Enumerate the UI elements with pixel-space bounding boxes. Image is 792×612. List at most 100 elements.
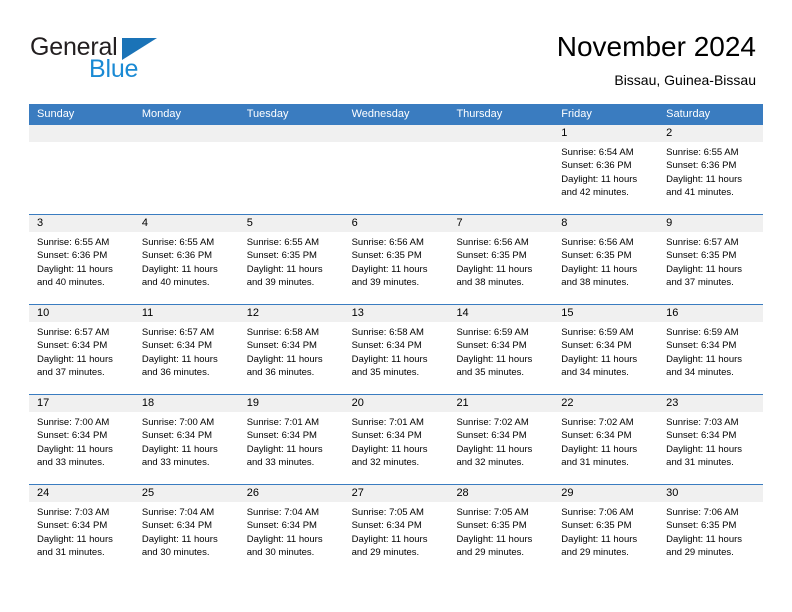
day-number-strip: 17 (29, 395, 134, 412)
calendar-day-cell[interactable]: 25 Sunrise: 7:04 AM Sunset: 6:34 PM Dayligh… (133, 485, 239, 574)
day-number-strip: 20 (343, 395, 449, 412)
calendar-day-cell[interactable]: 26 Sunrise: 7:04 AM Sunset: 6:34 PM Dayligh… (238, 485, 344, 574)
day-number-strip: 21 (448, 395, 554, 412)
day-detail-line: Daylight: 11 hours (37, 443, 113, 455)
calendar-day-cell[interactable]: 5 Sunrise: 6:55 AM Sunset: 6:35 PM Daylight… (238, 215, 344, 304)
day-number: 14 (456, 307, 469, 319)
day-number: 28 (456, 487, 469, 499)
day-detail-line: Daylight: 11 hours (351, 353, 428, 365)
day-details (239, 142, 344, 146)
calendar-day-cell[interactable]: 12 Sunrise: 6:58 AM Sunset: 6:34 PM Dayligh… (238, 305, 344, 394)
calendar-day-cell[interactable]: 7 Sunrise: 6:56 AM Sunset: 6:35 PM Daylight… (448, 215, 554, 304)
day-detail-line: Daylight: 11 hours (351, 263, 428, 275)
calendar-day-cell[interactable]: 19 Sunrise: 7:01 AM Sunset: 6:34 PM Dayligh… (238, 395, 344, 484)
day-detail-line: Daylight: 11 hours (141, 533, 218, 545)
calendar-day-cell[interactable]: 18 Sunrise: 7:00 AM Sunset: 6:34 PM Dayligh… (133, 395, 239, 484)
day-details: Sunrise: 6:59 AM Sunset: 6:34 PM Daylight:… (553, 322, 658, 380)
weekday-header-tuesday: Tuesday (246, 108, 289, 120)
week-cells: 1 Sunrise: 6:54 AM Sunset: 6:36 PM Daylight… (29, 125, 764, 214)
weekday-header-row: Sunday Monday Tuesday Wednesday Thursday Frid… (29, 104, 763, 125)
day-detail-line: Sunrise: 6:59 AM (456, 327, 529, 338)
day-detail-line: Daylight: 11 hours (561, 263, 638, 275)
day-details: Sunrise: 6:59 AM Sunset: 6:34 PM Daylight:… (448, 322, 553, 380)
calendar-day-cell[interactable]: 10 Sunrise: 6:57 AM Sunset: 6:34 PM Dayligh… (29, 305, 134, 394)
day-details: Sunrise: 6:57 AM Sunset: 6:34 PM Daylight:… (29, 322, 134, 380)
calendar-day-cell[interactable]: 29 Sunrise: 7:06 AM Sunset: 6:35 PM Dayligh… (553, 485, 659, 574)
calendar-day-cell[interactable]: 27 Sunrise: 7:05 AM Sunset: 6:34 PM Dayligh… (343, 485, 449, 574)
weekday-header-thursday: Thursday (456, 108, 503, 120)
day-number: 23 (666, 397, 679, 409)
day-detail-line: and 30 minutes. (246, 547, 315, 559)
calendar-day-cell[interactable]: 9 Sunrise: 6:57 AM Sunset: 6:35 PM Daylight… (658, 215, 764, 304)
calendar-day-cell[interactable]: 17 Sunrise: 7:00 AM Sunset: 6:34 PM Dayligh… (29, 395, 134, 484)
day-detail-line: Sunset: 6:34 PM (246, 520, 317, 532)
generalblue-logo[interactable]: General Blue (30, 33, 230, 83)
day-detail-line: and 31 minutes. (666, 457, 734, 469)
calendar-day-cell[interactable]: 1 Sunrise: 6:54 AM Sunset: 6:36 PM Daylight… (553, 125, 659, 214)
day-detail-line: Daylight: 11 hours (456, 353, 533, 365)
day-detail-line: Sunset: 6:35 PM (561, 520, 632, 532)
calendar-empty-cell (448, 125, 554, 214)
day-number: 18 (141, 397, 155, 409)
day-detail-line: Sunrise: 6:59 AM (666, 327, 739, 338)
day-number-strip: 24 (29, 485, 134, 502)
day-details: Sunrise: 7:00 AM Sunset: 6:34 PM Daylight:… (29, 412, 134, 470)
calendar-day-cell[interactable]: 2 Sunrise: 6:55 AM Sunset: 6:36 PM Daylight… (658, 125, 764, 214)
calendar-day-cell[interactable]: 11 Sunrise: 6:57 AM Sunset: 6:34 PM Dayligh… (133, 305, 239, 394)
day-details: Sunrise: 6:55 AM Sunset: 6:36 PM Daylight:… (29, 232, 134, 290)
day-number-strip (448, 125, 554, 142)
day-number: 6 (351, 217, 358, 229)
day-number: 7 (456, 217, 463, 229)
calendar-day-cell[interactable]: 14 Sunrise: 6:59 AM Sunset: 6:34 PM Dayligh… (448, 305, 554, 394)
day-detail-line: Sunset: 6:36 PM (666, 160, 737, 172)
weekday-header-sunday: Sunday (37, 108, 75, 120)
day-number-strip: 15 (553, 305, 659, 322)
calendar-day-cell[interactable]: 30 Sunrise: 7:06 AM Sunset: 6:35 PM Dayligh… (658, 485, 764, 574)
calendar-day-cell[interactable]: 4 Sunrise: 6:55 AM Sunset: 6:36 PM Daylight… (133, 215, 239, 304)
calendar-week-row: 10 Sunrise: 6:57 AM Sunset: 6:34 PM Dayligh… (29, 304, 764, 394)
day-detail-line: Sunrise: 6:57 AM (37, 327, 110, 338)
day-details: Sunrise: 6:55 AM Sunset: 6:35 PM Daylight:… (239, 232, 344, 290)
day-detail-line: Sunrise: 7:05 AM (456, 507, 529, 518)
calendar-day-cell[interactable]: 20 Sunrise: 7:01 AM Sunset: 6:34 PM Dayligh… (343, 395, 449, 484)
calendar-day-cell[interactable]: 13 Sunrise: 6:58 AM Sunset: 6:34 PM Dayligh… (343, 305, 449, 394)
day-details (344, 142, 449, 146)
calendar-day-cell[interactable]: 28 Sunrise: 7:05 AM Sunset: 6:35 PM Dayligh… (448, 485, 554, 574)
calendar-day-cell[interactable]: 22 Sunrise: 7:02 AM Sunset: 6:34 PM Dayligh… (553, 395, 659, 484)
calendar-day-cell[interactable]: 3 Sunrise: 6:55 AM Sunset: 6:36 PM Daylight… (29, 215, 134, 304)
calendar-day-cell[interactable]: 15 Sunrise: 6:59 AM Sunset: 6:34 PM Dayligh… (553, 305, 659, 394)
day-number-strip (133, 125, 239, 142)
day-details: Sunrise: 6:55 AM Sunset: 6:36 PM Daylight:… (134, 232, 239, 290)
day-details: Sunrise: 6:56 AM Sunset: 6:35 PM Daylight:… (553, 232, 658, 290)
day-number-strip (343, 125, 449, 142)
calendar-day-cell[interactable]: 6 Sunrise: 6:56 AM Sunset: 6:35 PM Daylight… (343, 215, 449, 304)
calendar-day-cell[interactable]: 24 Sunrise: 7:03 AM Sunset: 6:34 PM Dayligh… (29, 485, 134, 574)
day-detail-line: Daylight: 11 hours (37, 353, 113, 365)
day-detail-line: Sunrise: 7:01 AM (246, 417, 320, 428)
day-number: 2 (666, 127, 673, 139)
day-number: 20 (351, 397, 364, 409)
calendar-day-cell[interactable]: 21 Sunrise: 7:02 AM Sunset: 6:34 PM Dayligh… (448, 395, 554, 484)
day-details: Sunrise: 7:01 AM Sunset: 6:34 PM Daylight:… (239, 412, 344, 470)
day-detail-line: Daylight: 11 hours (37, 263, 113, 275)
day-number-strip: 30 (658, 485, 764, 502)
day-details: Sunrise: 7:06 AM Sunset: 6:35 PM Daylight:… (658, 502, 763, 560)
day-detail-line: and 40 minutes. (141, 277, 210, 289)
day-number: 3 (37, 217, 44, 229)
day-detail-line: and 36 minutes. (246, 367, 315, 379)
page-header: General Blue November 2024 Bissau, Guine… (0, 0, 792, 100)
day-detail-line: Sunrise: 6:58 AM (351, 327, 424, 338)
day-detail-line: Sunset: 6:35 PM (456, 250, 527, 262)
calendar-day-cell[interactable]: 8 Sunrise: 6:56 AM Sunset: 6:35 PM Daylight… (553, 215, 659, 304)
day-number-strip: 1 (553, 125, 659, 142)
calendar-day-cell[interactable]: 23 Sunrise: 7:03 AM Sunset: 6:34 PM Dayligh… (658, 395, 764, 484)
day-detail-line: Sunrise: 6:57 AM (666, 237, 739, 248)
day-number: 11 (141, 307, 154, 319)
calendar-day-cell[interactable]: 16 Sunrise: 6:59 AM Sunset: 6:34 PM Dayligh… (658, 305, 764, 394)
day-details: Sunrise: 6:57 AM Sunset: 6:35 PM Daylight:… (658, 232, 763, 290)
calendar-empty-cell (29, 125, 134, 214)
day-detail-line: Sunrise: 6:54 AM (561, 147, 634, 158)
day-number: 13 (351, 307, 364, 319)
day-number-strip: 14 (448, 305, 554, 322)
day-number: 24 (37, 487, 50, 499)
